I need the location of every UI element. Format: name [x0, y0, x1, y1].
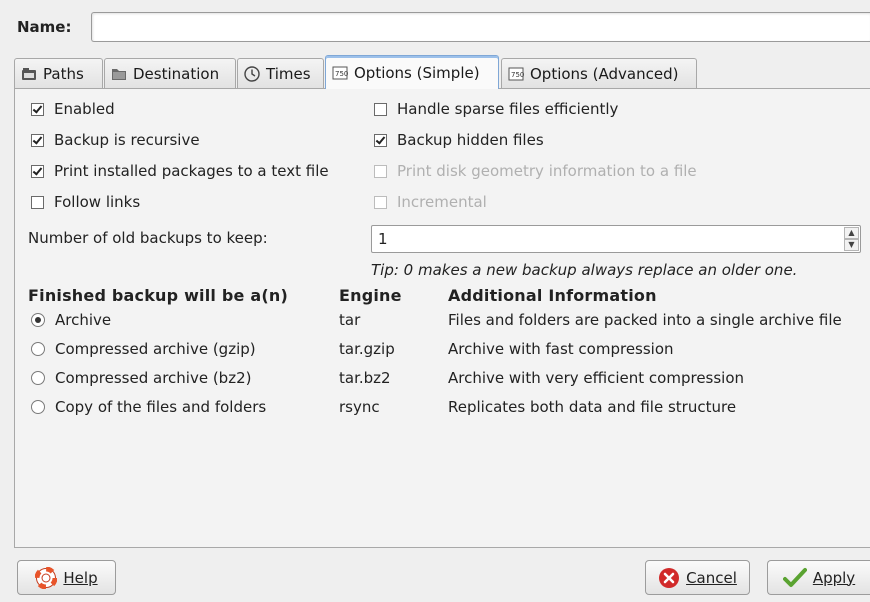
checkbox-label: Enabled — [54, 100, 115, 118]
lifebuoy-icon — [35, 566, 58, 589]
incremental-checkbox: Incremental — [374, 193, 487, 211]
tab-paths[interactable]: Paths — [14, 58, 103, 88]
checkbox-label: Print disk geometry information to a fil… — [397, 162, 697, 180]
tab-label: Options (Simple) — [354, 63, 480, 82]
engine-cell: tar.gzip — [339, 340, 395, 358]
tab-options-simple[interactable]: 750 Options (Simple) — [325, 55, 499, 89]
checkmark-icon — [782, 567, 807, 589]
tab-bar: Paths Destination Times 750 Options (Sim… — [14, 55, 870, 89]
column-header-info: Additional Information — [448, 286, 657, 305]
radio-label: Archive — [55, 311, 112, 329]
disk-geometry-checkbox: Print disk geometry information to a fil… — [374, 162, 697, 180]
apply-button[interactable]: Apply — [767, 560, 870, 595]
info-cell: Files and folders are packed into a sing… — [448, 311, 842, 329]
engine-cell: tar.bz2 — [339, 369, 391, 387]
info-cell: Archive with very efficient compression — [448, 369, 745, 387]
checkbox-box[interactable] — [31, 164, 44, 178]
radio-button[interactable] — [31, 400, 45, 414]
tab-options-advanced[interactable]: 750 Options (Advanced) — [501, 58, 697, 88]
tab-label: Times — [266, 64, 311, 83]
tab-times[interactable]: Times — [237, 58, 324, 88]
spin-up-icon[interactable]: ▲ — [844, 227, 859, 239]
old-backups-spinbox[interactable]: 1 ▲ ▼ — [371, 225, 861, 253]
follow-links-checkbox[interactable]: Follow links — [31, 193, 140, 211]
clock-icon — [244, 65, 260, 82]
svg-text:750: 750 — [335, 70, 348, 78]
enabled-checkbox[interactable]: Enabled — [31, 100, 115, 118]
spinbox-buttons: ▲ ▼ — [844, 227, 859, 251]
checkbox-box[interactable] — [31, 102, 44, 116]
radio-button[interactable] — [31, 371, 45, 385]
help-button[interactable]: Help — [17, 560, 116, 595]
checkbox-box[interactable] — [31, 133, 44, 147]
print-packages-checkbox[interactable]: Print installed packages to a text file — [31, 162, 329, 180]
name-label: Name: — [17, 18, 72, 36]
column-header-engine: Engine — [339, 286, 402, 305]
radio-button[interactable] — [31, 342, 45, 356]
spinbox-value[interactable]: 1 — [378, 230, 388, 248]
checkbox-box — [374, 164, 387, 178]
checkbox-box[interactable] — [374, 102, 387, 116]
checkbox-label: Incremental — [397, 193, 487, 211]
checkbox-label: Follow links — [54, 193, 141, 211]
button-label: Apply — [812, 568, 856, 587]
info-cell: Archive with fast compression — [448, 340, 674, 358]
hidden-files-checkbox[interactable]: Backup hidden files — [374, 131, 544, 149]
engine-cell: tar — [339, 311, 361, 329]
radio-button[interactable] — [31, 313, 45, 327]
checkbox-box[interactable] — [31, 195, 44, 209]
tab-destination[interactable]: Destination — [104, 58, 236, 88]
svg-text:750: 750 — [511, 71, 524, 79]
column-header-type: Finished backup will be a(n) — [28, 286, 288, 305]
engine-cell: rsync — [339, 398, 380, 416]
backup-type-archive-radio[interactable]: Archive — [31, 311, 111, 329]
radio-label: Compressed archive (gzip) — [55, 340, 256, 358]
checkbox-box — [374, 195, 387, 209]
tab-label: Options (Advanced) — [530, 64, 679, 83]
radio-label: Copy of the files and folders — [55, 398, 267, 416]
checkbox-label: Backup is recursive — [54, 131, 200, 149]
cancel-icon — [658, 567, 680, 589]
button-label: Cancel — [686, 568, 737, 587]
backup-type-gzip-radio[interactable]: Compressed archive (gzip) — [31, 340, 256, 358]
backup-type-copy-radio[interactable]: Copy of the files and folders — [31, 398, 266, 416]
tab-label: Paths — [43, 64, 84, 83]
paths-icon — [21, 67, 37, 81]
tab-label: Destination — [133, 64, 220, 83]
tip-text: Tip: 0 makes a new backup always replace… — [371, 261, 798, 279]
folder-icon — [111, 67, 127, 81]
options-icon: 750 — [508, 67, 524, 81]
button-label: Help — [63, 568, 98, 587]
sparse-files-checkbox[interactable]: Handle sparse files efficiently — [374, 100, 618, 118]
checkbox-box[interactable] — [374, 133, 387, 147]
name-input[interactable] — [91, 12, 870, 42]
cancel-button[interactable]: Cancel — [645, 560, 750, 595]
checkbox-label: Backup hidden files — [397, 131, 544, 149]
radio-label: Compressed archive (bz2) — [55, 369, 252, 387]
old-backups-label: Number of old backups to keep: — [28, 229, 268, 247]
options-icon: 750 — [332, 66, 348, 80]
checkbox-label: Handle sparse files efficiently — [397, 100, 619, 118]
info-cell: Replicates both data and file structure — [448, 398, 737, 416]
recursive-checkbox[interactable]: Backup is recursive — [31, 131, 200, 149]
spin-down-icon[interactable]: ▼ — [844, 239, 859, 251]
checkbox-label: Print installed packages to a text file — [54, 162, 329, 180]
backup-type-bz2-radio[interactable]: Compressed archive (bz2) — [31, 369, 251, 387]
